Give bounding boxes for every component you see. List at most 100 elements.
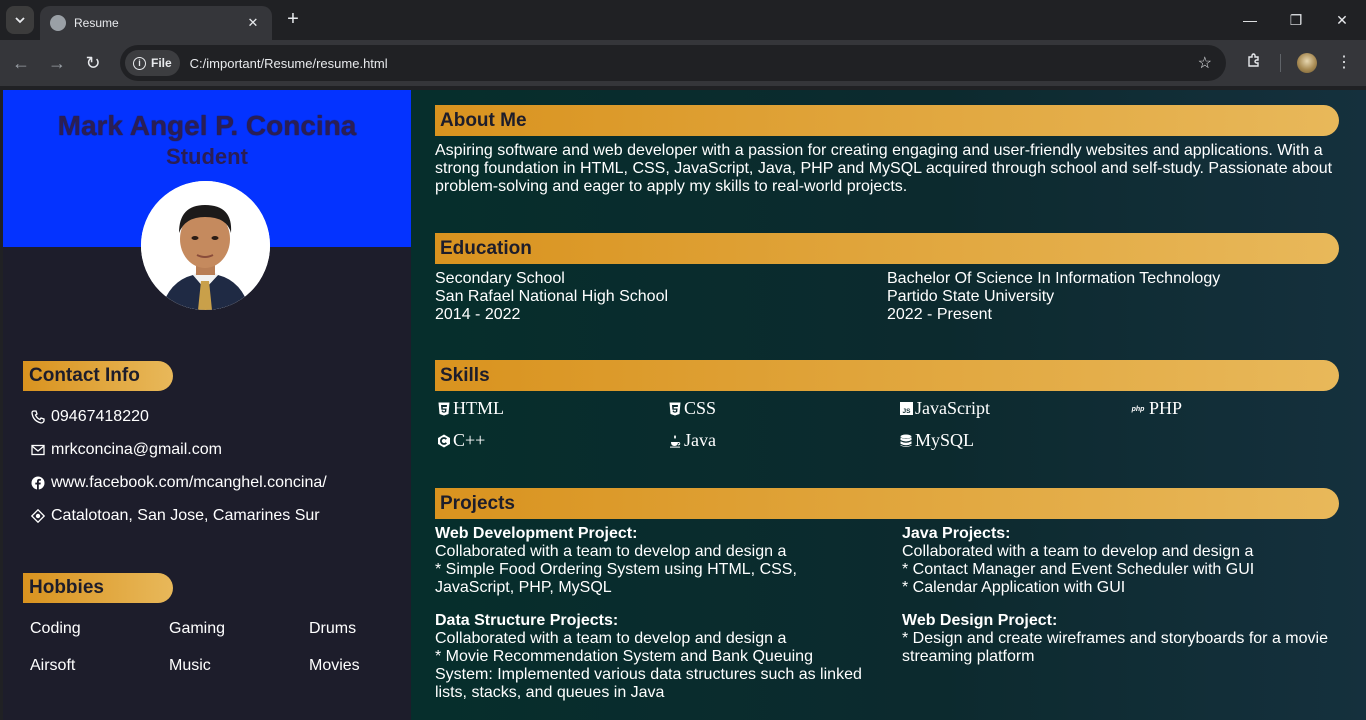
project-line: Collaborated with a team to develop and … xyxy=(435,630,787,647)
skill-javascript: JS JavaScript xyxy=(899,398,990,419)
profile-photo xyxy=(141,181,270,310)
hobby-item: Music xyxy=(169,657,211,674)
php-icon: php xyxy=(1129,402,1147,416)
close-tab-icon[interactable]: ✕ xyxy=(244,15,262,31)
hobby-item: Drums xyxy=(309,620,357,637)
project-title: Java Projects: xyxy=(902,525,1011,542)
contact-email[interactable]: mrkconcina@gmail.com xyxy=(30,440,222,460)
skill-php: php PHP xyxy=(1129,398,1182,419)
email-text: mrkconcina@gmail.com xyxy=(51,441,222,458)
about-line: Aspiring software and web developer with… xyxy=(435,142,1323,159)
education-years: 2014 - 2022 xyxy=(435,306,521,323)
javascript-icon: JS xyxy=(899,402,913,416)
skill-label: MySQL xyxy=(915,430,975,450)
about-line: strong foundation in HTML, CSS, JavaScri… xyxy=(435,160,1333,177)
location-icon xyxy=(30,508,46,524)
site-info-chip[interactable]: i File xyxy=(125,50,180,76)
project-line: * Calendar Application with GUI xyxy=(902,579,1126,596)
education-school: Partido State University xyxy=(887,288,1055,305)
toolbar-divider xyxy=(1280,54,1281,72)
chevron-down-icon xyxy=(15,17,25,24)
new-tab-button[interactable]: + xyxy=(282,8,304,30)
html5-icon xyxy=(437,402,451,416)
restore-button[interactable]: ❐ xyxy=(1286,10,1306,30)
cplusplus-icon xyxy=(437,434,451,448)
browser-toolbar: ← → ↻ i File C:/important/Resume/resume.… xyxy=(0,40,1366,86)
skill-label: JavaScript xyxy=(915,398,990,418)
skill-label: HTML xyxy=(453,398,504,418)
database-icon xyxy=(899,434,913,448)
skill-html: HTML xyxy=(437,398,504,419)
main-content: About Me Aspiring software and web devel… xyxy=(411,90,1366,720)
education-level: Secondary School xyxy=(435,270,565,287)
back-button[interactable]: ← xyxy=(10,52,32,74)
project-line: * Design and create wireframes and story… xyxy=(902,630,1328,647)
skill-cpp: C++ xyxy=(437,430,485,451)
hobby-item: Airsoft xyxy=(30,657,76,674)
contact-info-heading: Contact Info xyxy=(23,361,173,391)
info-icon: i xyxy=(133,56,146,70)
css3-icon xyxy=(668,402,682,416)
project-line: Collaborated with a team to develop and … xyxy=(902,543,1254,560)
skill-css: CSS xyxy=(668,398,716,419)
java-cup-icon xyxy=(668,434,682,448)
hobby-item: Gaming xyxy=(169,620,226,637)
facebook-text: www.facebook.com/mcanghel.concina/ xyxy=(51,474,327,491)
globe-icon xyxy=(50,15,66,31)
project-line: lists, stacks, and queues in Java xyxy=(435,684,665,701)
project-line: JavaScript, PHP, MySQL xyxy=(435,579,612,596)
skill-label: CSS xyxy=(684,398,717,418)
skill-label: C++ xyxy=(453,430,486,450)
about-line: problem-solving and eager to apply my sk… xyxy=(435,178,908,195)
projects-heading: Projects xyxy=(435,488,1339,519)
reload-button[interactable]: ↻ xyxy=(82,52,104,74)
address-bar[interactable]: i File C:/important/Resume/resume.html ☆ xyxy=(120,45,1226,81)
skill-java: Java xyxy=(668,430,716,451)
contact-phone[interactable]: 09467418220 xyxy=(30,407,149,427)
person-role: Student xyxy=(166,144,248,169)
hobby-item: Coding xyxy=(30,620,81,637)
education-heading: Education xyxy=(435,233,1339,264)
project-title: Web Development Project: xyxy=(435,525,638,542)
profile-avatar[interactable] xyxy=(1297,53,1317,73)
person-name: Mark Angel P. Concina xyxy=(57,110,357,141)
facebook-icon xyxy=(30,475,46,491)
skills-heading: Skills xyxy=(435,360,1339,391)
about-heading: About Me xyxy=(435,105,1339,136)
skill-mysql: MySQL xyxy=(899,430,974,451)
tab-title: Resume xyxy=(74,16,119,30)
project-line: System: Implemented various data structu… xyxy=(435,666,862,683)
project-title: Data Structure Projects: xyxy=(435,612,619,629)
url-text[interactable]: C:/important/Resume/resume.html xyxy=(190,56,1198,71)
phone-text: 09467418220 xyxy=(51,408,149,425)
project-line: streaming platform xyxy=(902,648,1035,665)
skill-label: Java xyxy=(684,430,716,450)
tab-search-button[interactable] xyxy=(6,6,34,34)
hobbies-heading: Hobbies xyxy=(23,573,173,603)
project-line: * Movie Recommendation System and Bank Q… xyxy=(435,648,813,665)
minimize-button[interactable]: — xyxy=(1240,10,1260,30)
skill-label: PHP xyxy=(1149,398,1183,418)
svg-text:JS: JS xyxy=(902,408,911,415)
close-window-button[interactable]: ✕ xyxy=(1332,10,1352,30)
address-text: Catalotoan, San Jose, Camarines Sur xyxy=(51,507,320,524)
project-line: * Simple Food Ordering System using HTML… xyxy=(435,561,797,578)
tab-resume[interactable]: Resume ✕ xyxy=(40,6,272,40)
envelope-icon xyxy=(30,442,46,458)
contact-facebook[interactable]: www.facebook.com/mcanghel.concina/ xyxy=(30,473,327,493)
project-title: Web Design Project: xyxy=(902,612,1058,629)
bookmark-star-icon[interactable]: ☆ xyxy=(1198,53,1212,73)
education-level: Bachelor Of Science In Information Techn… xyxy=(887,270,1221,287)
sidebar: Mark Angel P. Concina Student Contact In… xyxy=(3,90,411,720)
resume-page: Mark Angel P. Concina Student Contact In… xyxy=(3,90,1366,720)
extensions-icon[interactable] xyxy=(1243,52,1265,74)
project-line: Collaborated with a team to develop and … xyxy=(435,543,787,560)
contact-address[interactable]: Catalotoan, San Jose, Camarines Sur xyxy=(30,506,320,526)
hobby-item: Movies xyxy=(309,657,360,674)
kebab-menu-icon[interactable]: ⋮ xyxy=(1333,52,1355,74)
browser-titlebar: Resume ✕ + — ❐ ✕ xyxy=(0,0,1366,40)
svg-text:php: php xyxy=(1131,406,1146,413)
site-info-label: File xyxy=(151,56,172,70)
forward-button[interactable]: → xyxy=(46,52,68,74)
phone-icon xyxy=(30,409,46,425)
